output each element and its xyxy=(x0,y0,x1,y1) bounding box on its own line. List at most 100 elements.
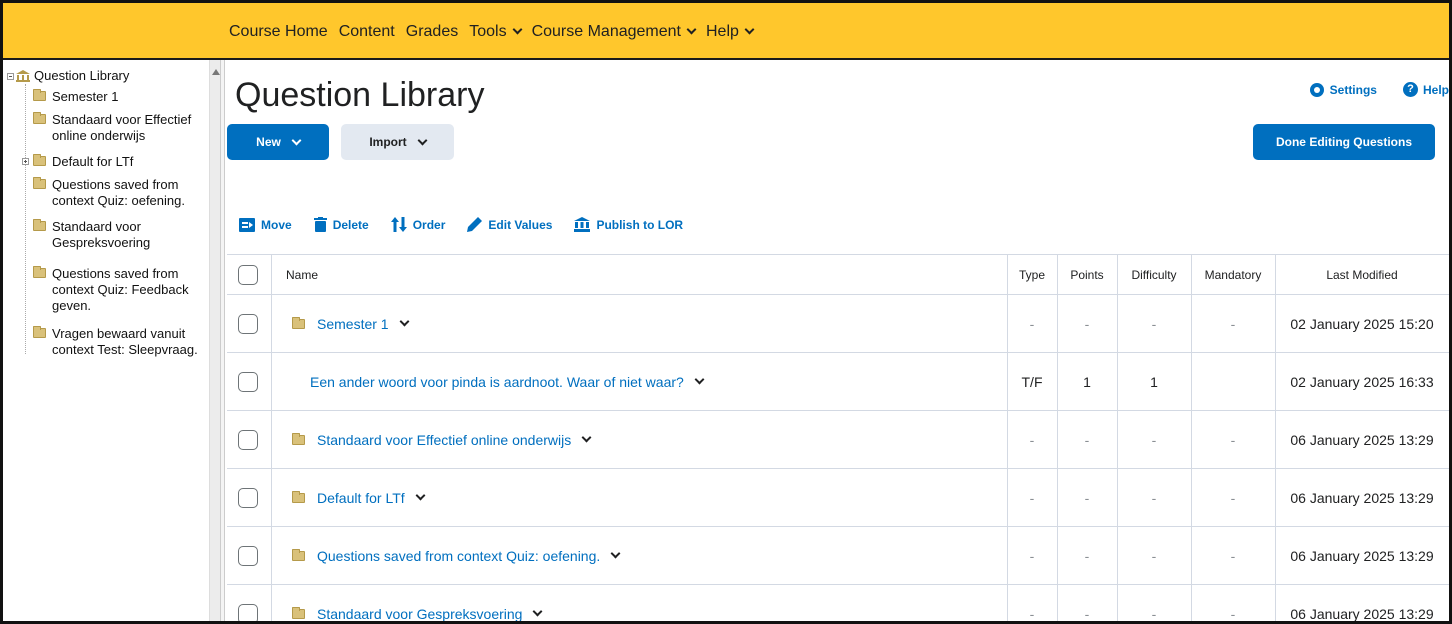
mandatory-cell xyxy=(1191,353,1275,410)
row-checkbox-cell xyxy=(238,527,258,584)
points-cell: - xyxy=(1084,489,1090,506)
chevron-down-icon xyxy=(512,24,523,35)
table-row: Semester 1 - - - - 02 January 2025 15:20 xyxy=(227,295,1449,353)
table-row: Default for LTf - - - - 06 January 2025 13:29 xyxy=(227,469,1449,527)
nav-item-help[interactable]: Help xyxy=(706,23,755,41)
scroll-up-arrow-icon[interactable] xyxy=(212,69,220,75)
tree-item-label: Questions saved from context Quiz: Feedb… xyxy=(52,266,189,313)
folder-icon xyxy=(33,154,46,166)
type-cell: - xyxy=(1029,315,1035,332)
section-link[interactable]: Standaard voor Gespreksvoering xyxy=(292,605,543,622)
folder-icon xyxy=(33,112,46,124)
row-checkbox-cell xyxy=(238,585,258,621)
question-library-icon xyxy=(16,70,30,82)
tree-root[interactable]: Question Library xyxy=(7,68,129,84)
column-header-mandatory[interactable]: Mandatory xyxy=(1191,255,1275,294)
nav-item-content[interactable]: Content xyxy=(339,23,395,41)
chevron-down-icon xyxy=(291,135,302,145)
settings-link[interactable]: Settings xyxy=(1309,82,1377,97)
order-action[interactable]: Order xyxy=(390,217,445,232)
points-cell: 1 xyxy=(1083,373,1091,390)
name-cell: Een ander woord voor pinda is aardnoot. … xyxy=(310,353,705,410)
nav-item-label: Tools xyxy=(469,22,507,40)
chevron-down-icon[interactable] xyxy=(610,548,621,559)
column-header-type[interactable]: Type xyxy=(1007,255,1057,294)
new-button[interactable]: New xyxy=(227,124,329,160)
collapse-icon[interactable] xyxy=(7,72,14,80)
tree-scrollbar[interactable] xyxy=(209,60,220,621)
tree-item-folder[interactable]: Default for LTf xyxy=(33,154,203,170)
page-title: Question Library xyxy=(235,76,485,114)
row-checkbox[interactable] xyxy=(238,545,258,566)
points-cell: - xyxy=(1084,605,1090,622)
edit-values-action[interactable]: Edit Values xyxy=(467,217,552,232)
tree-item-folder[interactable]: Questions saved from context Quiz: oefen… xyxy=(33,177,203,209)
section-link[interactable]: Questions saved from context Quiz: oefen… xyxy=(292,548,621,564)
edit-values-label: Edit Values xyxy=(488,217,553,232)
mandatory-cell: - xyxy=(1230,605,1236,622)
nav-item-tools[interactable]: Tools xyxy=(469,22,523,41)
tree-item-folder[interactable]: Questions saved from context Quiz: Feedb… xyxy=(33,266,203,314)
move-label: Move xyxy=(261,217,292,232)
column-header-difficulty[interactable]: Difficulty xyxy=(1117,255,1191,294)
section-link[interactable]: Semester 1 xyxy=(292,316,410,332)
nav-item-course-home[interactable]: Course Home xyxy=(229,23,328,41)
select-all-checkbox-cell xyxy=(238,255,258,294)
publish-lor-action[interactable]: Publish to LOR xyxy=(574,217,683,232)
folder-icon xyxy=(33,266,46,278)
type-cell: - xyxy=(1029,431,1035,448)
expand-icon[interactable] xyxy=(22,158,29,165)
row-checkbox[interactable] xyxy=(238,371,258,392)
folder-icon xyxy=(292,606,305,619)
type-cell: - xyxy=(1029,489,1035,506)
chevron-down-icon[interactable] xyxy=(399,316,410,327)
column-header-last-modified[interactable]: Last Modified xyxy=(1275,255,1449,294)
settings-label: Settings xyxy=(1329,82,1377,97)
tree-item-label: Standaard voor Gespreksvoering xyxy=(52,219,151,250)
tree-item-folder[interactable]: Standaard voor Gespreksvoering xyxy=(33,219,203,251)
done-editing-label: Done Editing Questions xyxy=(1275,135,1412,149)
column-divider xyxy=(271,353,272,410)
row-name: Standaard voor Effectief online onderwij… xyxy=(317,431,572,448)
section-link[interactable]: Standaard voor Effectief online onderwij… xyxy=(292,431,592,448)
question-link[interactable]: Een ander woord voor pinda is aardnoot. … xyxy=(310,374,705,390)
column-divider xyxy=(271,255,272,294)
tree-item-folder[interactable]: Semester 1 xyxy=(33,89,203,105)
help-link[interactable]: ? Help xyxy=(1402,82,1449,97)
done-editing-button[interactable]: Done Editing Questions xyxy=(1253,124,1435,160)
tree-item-folder[interactable]: Vragen bewaard vanuit context Test: Slee… xyxy=(33,326,208,358)
column-header-points[interactable]: Points xyxy=(1057,255,1117,294)
row-checkbox[interactable] xyxy=(238,487,258,508)
row-checkbox[interactable] xyxy=(238,603,258,621)
nav-item-grades[interactable]: Grades xyxy=(406,23,458,41)
main-content: Question Library Settings ? Help New Imp… xyxy=(225,60,1449,622)
chevron-down-icon[interactable] xyxy=(694,374,705,385)
row-checkbox[interactable] xyxy=(238,429,258,450)
move-action[interactable]: Move xyxy=(239,217,292,232)
name-cell: Standaard voor Gespreksvoering xyxy=(292,585,543,622)
folder-icon xyxy=(292,432,305,445)
nav-item-course-management[interactable]: Course Management xyxy=(532,23,697,41)
tree-item-folder[interactable]: Standaard voor Effectief online onderwij… xyxy=(33,112,203,144)
difficulty-cell: 1 xyxy=(1150,373,1158,390)
tree-item-label: Standaard voor Effectief online onderwij… xyxy=(52,112,192,143)
tree-root-label[interactable]: Question Library xyxy=(34,68,129,84)
chevron-down-icon[interactable] xyxy=(415,490,426,501)
gear-icon xyxy=(1309,82,1324,97)
row-name: Standaard voor Gespreksvoering xyxy=(317,605,523,622)
column-header-name[interactable]: Name xyxy=(286,255,318,294)
chevron-down-icon[interactable] xyxy=(533,606,543,617)
last-modified-cell: 06 January 2025 13:29 xyxy=(1290,489,1434,506)
section-link[interactable]: Default for LTf xyxy=(292,490,426,506)
mandatory-cell: - xyxy=(1230,547,1236,564)
table-header-row: Name Type Points Difficulty Mandatory La… xyxy=(227,255,1449,295)
type-cell: T/F xyxy=(1021,373,1043,390)
app-frame: Course Home Content Grades Tools Course Mana… xyxy=(0,0,1452,624)
select-all-checkbox[interactable] xyxy=(238,264,258,285)
folder-icon xyxy=(33,89,46,101)
chevron-down-icon[interactable] xyxy=(581,432,592,443)
column-divider xyxy=(271,527,272,584)
delete-action[interactable]: Delete xyxy=(313,217,369,232)
import-button[interactable]: Import xyxy=(341,124,454,160)
row-checkbox[interactable] xyxy=(238,313,258,334)
